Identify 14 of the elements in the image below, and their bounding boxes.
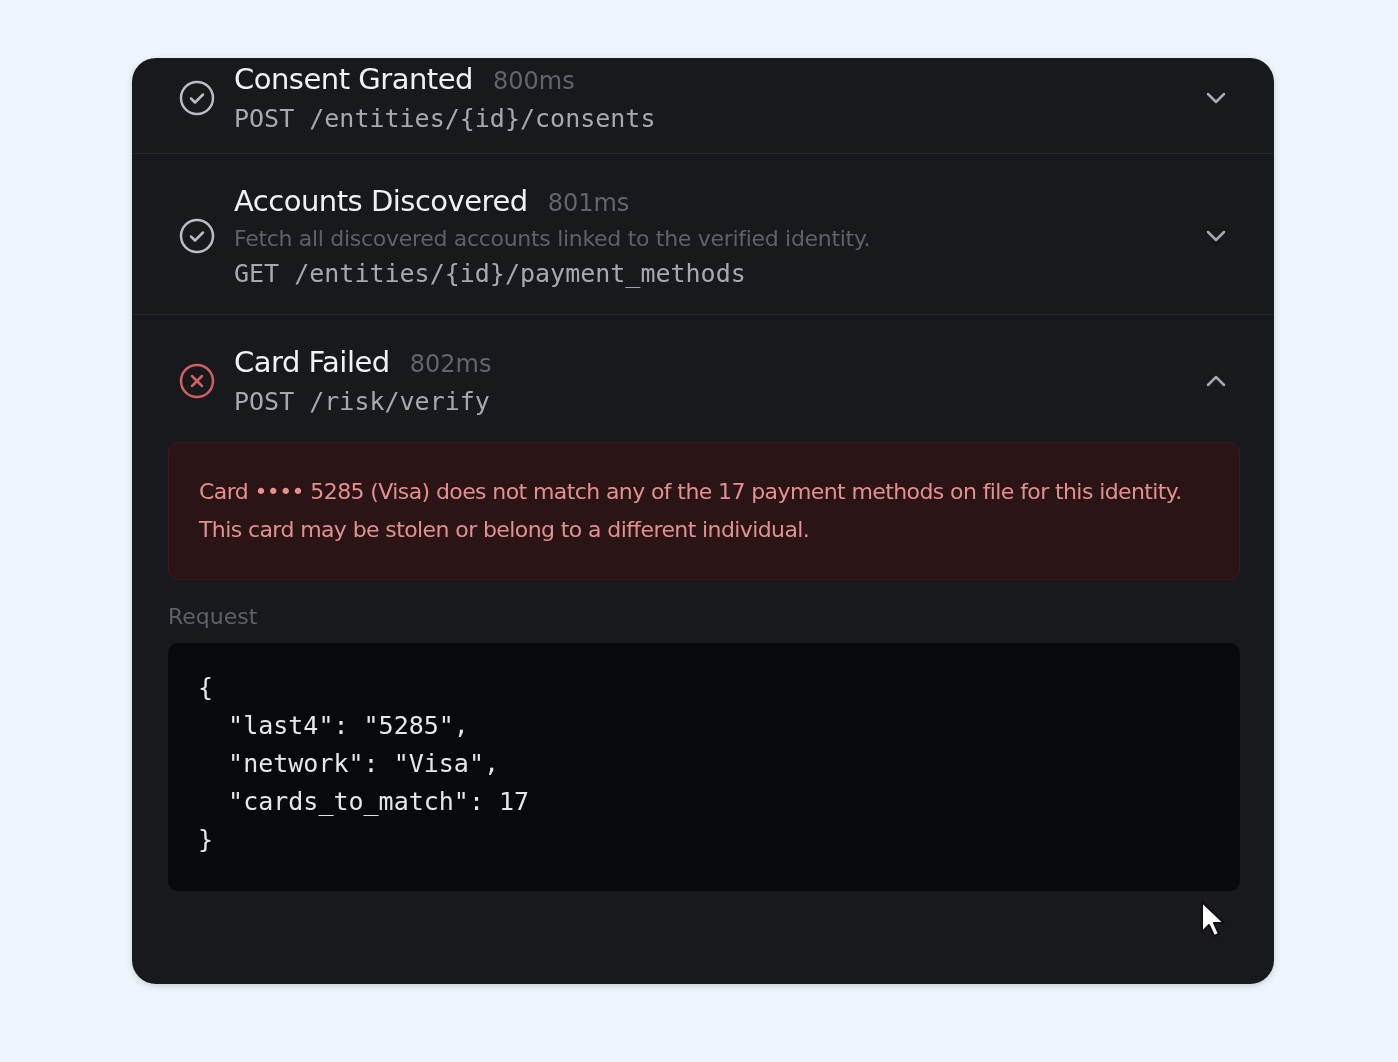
step-description: Fetch all discovered accounts linked to the verified identity. — [234, 226, 872, 251]
step-duration: 800ms — [492, 67, 575, 95]
step-title: Accounts Discovered — [234, 184, 528, 218]
step-title: Card Failed — [234, 345, 390, 379]
step-duration: 802ms — [409, 350, 492, 378]
request-code: { "last4": "5285", "network": "Visa", "cards_to_match": 17 } — [168, 643, 1240, 891]
cursor-icon — [1200, 900, 1226, 940]
request-label: Request — [168, 604, 259, 629]
endpoint-path: POST /risk/verify — [234, 387, 491, 416]
error-message: Card •••• 5285 (Visa) does not match any of the 17 payment methods on file for this identity. This card may be stolen or belong to a different individual. — [168, 442, 1240, 580]
endpoint-path: GET /entities/{id}/payment_methods — [234, 259, 747, 288]
step-title: Consent Granted — [234, 62, 473, 96]
endpoint-path: POST /entities/{id}/consents — [234, 104, 657, 133]
step-duration: 801ms — [547, 189, 630, 217]
